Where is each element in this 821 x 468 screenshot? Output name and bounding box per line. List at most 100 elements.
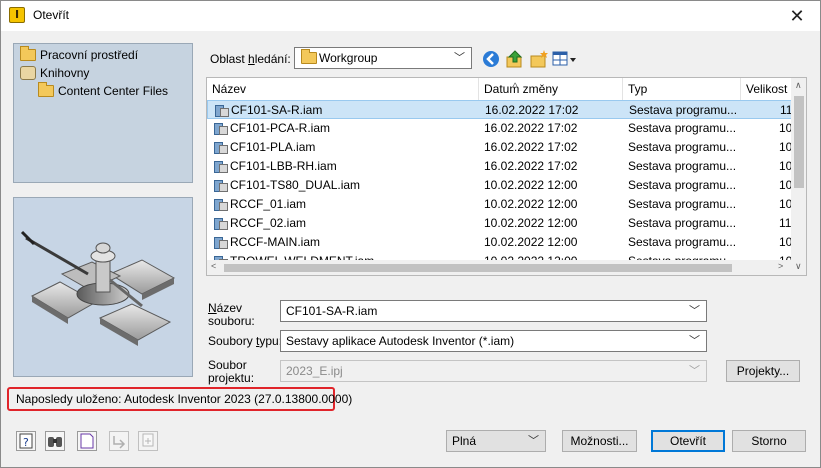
file-name-cell: RCCF_02.iam xyxy=(213,214,479,233)
column-header-type[interactable]: Typ xyxy=(623,78,741,100)
file-type-cell: Sestava programu... xyxy=(629,103,738,117)
project-label: Soubor projektu: xyxy=(208,358,255,385)
view-menu-button[interactable] xyxy=(552,49,578,69)
new-folder-button[interactable] xyxy=(529,49,549,69)
new-file-button[interactable] xyxy=(77,431,97,451)
inventor-app-icon: I xyxy=(9,7,25,23)
file-date-cell: 16.02.2022 17:02 xyxy=(484,121,578,135)
chevron-down-icon: ﹀ xyxy=(528,435,539,447)
filename-input[interactable]: CF101-SA-R.iam ﹀ xyxy=(280,300,707,322)
help-button[interactable]: ? xyxy=(16,431,36,451)
disabled-arrow-icon xyxy=(113,436,126,449)
file-row[interactable]: CF101-PCA-R.iam 16.02.2022 17:02 Sestava p… xyxy=(207,119,792,138)
assembly-file-icon xyxy=(214,103,229,117)
place-label: Knihovny xyxy=(40,66,90,80)
help-icon: ? xyxy=(19,433,33,449)
chevron-down-icon: ﹀ xyxy=(454,52,465,64)
file-name: CF101-PCA-R.iam xyxy=(230,121,331,135)
assembly-file-icon xyxy=(213,178,228,192)
file-date-cell: 16.02.2022 17:02 xyxy=(484,140,578,154)
sort-ascending-icon: ^ xyxy=(513,81,518,91)
title-bar: I Otevřít ✕ xyxy=(1,1,820,31)
vertical-scroll-thumb[interactable] xyxy=(794,96,804,188)
open-dialog: I Otevřít ✕ Pracovní prostředí Knihovny … xyxy=(0,0,821,468)
disabled-insert-icon xyxy=(142,433,154,447)
file-list[interactable]: Název ^ Datum změny Typ Velikost CF101-S… xyxy=(206,77,807,276)
chevron-down-icon: ﹀ xyxy=(689,305,700,317)
assembly-file-icon xyxy=(213,235,228,249)
horizontal-scroll-thumb[interactable] xyxy=(224,264,732,272)
file-name-cell: CF101-TS80_DUAL.iam xyxy=(213,176,479,195)
window-title: Otevřít xyxy=(33,8,70,22)
file-row[interactable]: CF101-TS80_DUAL.iam 10.02.2022 12:00 Sesta… xyxy=(207,176,792,195)
find-button[interactable] xyxy=(45,431,65,451)
assembly-file-icon xyxy=(213,159,228,173)
chevron-down-icon: ﹀ xyxy=(689,335,700,347)
lookin-label: Oblast hledání: xyxy=(210,52,291,66)
folder-icon xyxy=(301,49,317,64)
file-type-cell: Sestava programu... xyxy=(628,216,737,230)
file-type-cell: Sestava programu... xyxy=(628,178,737,192)
place-libraries[interactable]: Knihovny xyxy=(20,64,89,82)
place-label: Pracovní prostředí xyxy=(40,48,139,62)
cancel-button[interactable]: Storno xyxy=(732,430,806,452)
assembly-file-icon xyxy=(213,216,228,230)
assembly-file-icon xyxy=(213,197,228,211)
filetype-value: Sestavy aplikace Autodesk Inventor (*.ia… xyxy=(286,334,515,348)
file-name: CF101-PLA.iam xyxy=(230,140,316,154)
file-name: RCCF-MAIN.iam xyxy=(230,235,320,249)
last-saved-status: Naposledy uloženo: Autodesk Inventor 202… xyxy=(7,387,352,411)
filetype-dropdown[interactable]: Sestavy aplikace Autodesk Inventor (*.ia… xyxy=(280,330,707,352)
projects-button[interactable]: Projekty... xyxy=(726,360,800,382)
vertical-scrollbar[interactable]: ∧ ∨ xyxy=(791,78,806,275)
file-row[interactable]: CF101-PLA.iam 16.02.2022 17:02 Sestava pro… xyxy=(207,138,792,157)
open-options-button xyxy=(109,431,129,451)
file-name: RCCF_01.iam xyxy=(230,197,307,211)
file-name: RCCF_02.iam xyxy=(230,216,307,230)
lookin-dropdown[interactable]: Workgroup ﹀ xyxy=(294,47,472,69)
up-folder-button[interactable] xyxy=(505,49,525,69)
project-dropdown: 2023_E.ipj ﹀ xyxy=(280,360,707,382)
file-row[interactable]: CF101-LBB-RH.iam 16.02.2022 17:02 Sestava … xyxy=(207,157,792,176)
file-type-cell: Sestava programu... xyxy=(628,197,737,211)
horizontal-scrollbar[interactable]: < > xyxy=(207,260,791,275)
open-mode-value: Plná xyxy=(452,434,477,448)
folder-icon xyxy=(38,82,54,97)
chevron-down-icon: ﹀ xyxy=(689,365,700,377)
project-value: 2023_E.ipj xyxy=(286,364,343,378)
scroll-up-icon[interactable]: ∧ xyxy=(795,80,802,91)
close-button[interactable]: ✕ xyxy=(774,1,820,31)
svg-text:?: ? xyxy=(23,436,29,449)
column-header-name[interactable]: Název xyxy=(207,78,479,100)
new-file-icon xyxy=(80,433,94,449)
file-name-cell: CF101-PLA.iam xyxy=(213,138,479,157)
file-name: CF101-LBB-RH.iam xyxy=(230,159,337,173)
options-button[interactable]: Možnosti... xyxy=(562,430,637,452)
scroll-down-icon[interactable]: ∨ xyxy=(795,261,802,272)
back-button[interactable] xyxy=(481,49,501,69)
file-date-cell: 10.02.2022 12:00 xyxy=(484,178,578,192)
file-row[interactable]: RCCF_01.iam 10.02.2022 12:00 Sestava progr… xyxy=(207,195,792,214)
file-row[interactable]: CF101-SA-R.iam 16.02.2022 17:02 Sestava pr… xyxy=(207,100,792,119)
file-type-cell: Sestava programu... xyxy=(628,159,737,173)
open-mode-dropdown[interactable]: Plná ﹀ xyxy=(446,430,546,452)
place-workspace[interactable]: Pracovní prostředí xyxy=(20,46,138,64)
file-date-cell: 16.02.2022 17:02 xyxy=(484,159,578,173)
assembly-file-icon xyxy=(213,121,228,135)
folder-icon xyxy=(20,46,36,61)
scroll-right-icon[interactable]: > xyxy=(778,261,783,271)
column-header-date[interactable]: ^ Datum změny xyxy=(479,78,623,100)
new-folder-icon xyxy=(530,50,548,68)
scroll-left-icon[interactable]: < xyxy=(211,261,216,271)
file-type-cell: Sestava programu... xyxy=(628,235,737,249)
binoculars-icon xyxy=(48,437,62,447)
file-name-cell: CF101-PCA-R.iam xyxy=(213,119,479,138)
assembly-file-icon xyxy=(213,140,228,154)
place-content-center[interactable]: Content Center Files xyxy=(38,82,168,100)
file-row[interactable]: RCCF_02.iam 10.02.2022 12:00 Sestava progr… xyxy=(207,214,792,233)
filename-label: Název souboru: xyxy=(208,301,255,328)
open-button[interactable]: Otevřít xyxy=(651,430,725,452)
file-name-cell: CF101-SA-R.iam xyxy=(214,101,480,120)
file-date-cell: 10.02.2022 12:00 xyxy=(484,197,578,211)
file-row[interactable]: RCCF-MAIN.iam 10.02.2022 12:00 Sestava pro… xyxy=(207,233,792,252)
